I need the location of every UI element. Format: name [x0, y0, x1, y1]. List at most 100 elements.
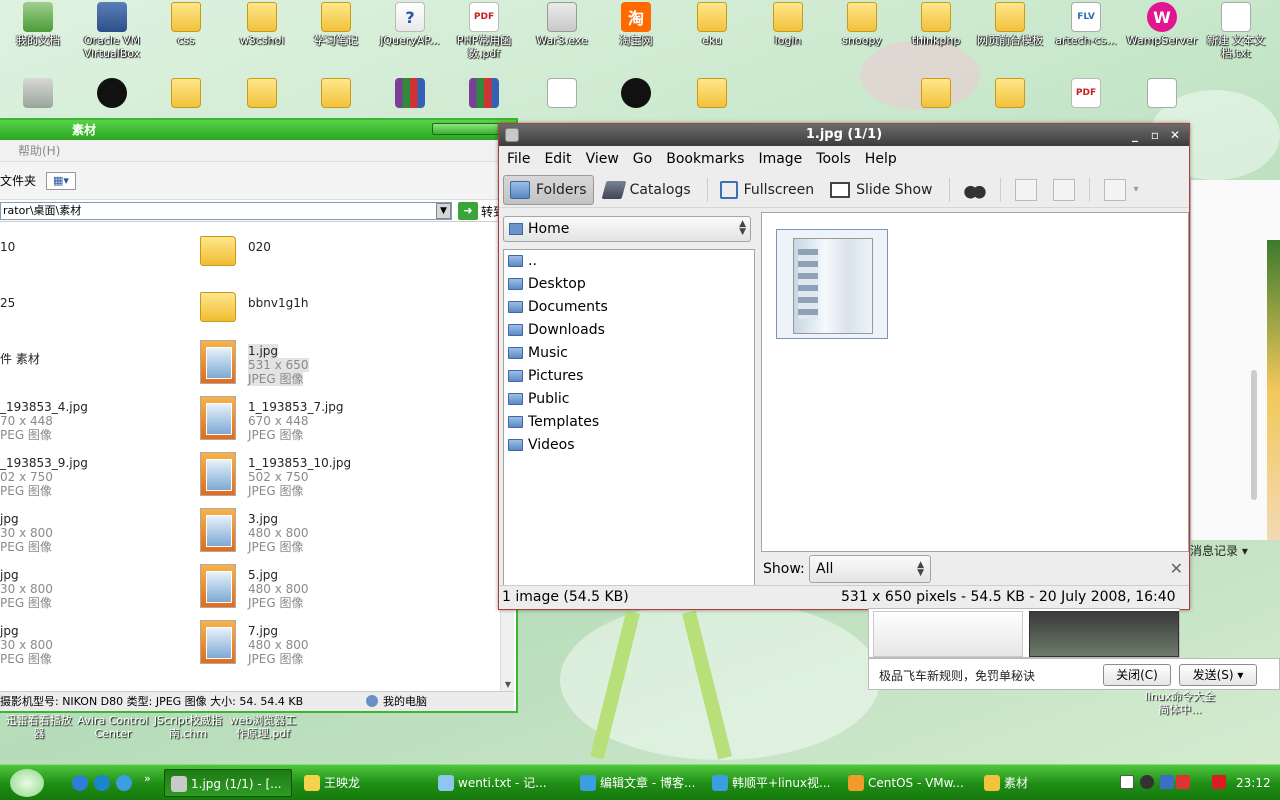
catalogs-button[interactable]: Catalogs — [598, 175, 697, 205]
desktop-icon[interactable] — [1124, 78, 1200, 110]
file-item[interactable]: 1_193853_7.jpg 670 x 448 JPEG 图像 — [200, 394, 400, 442]
file-item[interactable]: bbnv1g1h — [200, 282, 400, 330]
message-history-button[interactable]: 消息记录 ▾ — [1190, 542, 1248, 559]
chat-news-link[interactable]: 极品飞车新规则，免罚单秘诀 — [879, 667, 1035, 684]
desktop-icon[interactable] — [224, 78, 300, 110]
desktop-icon[interactable] — [524, 78, 600, 110]
folder-tree-item[interactable]: .. — [504, 250, 754, 273]
desktop-icon[interactable] — [372, 78, 448, 110]
tray-icon[interactable] — [1120, 775, 1134, 789]
avira-icon[interactable] — [1212, 775, 1226, 789]
taskbar-button[interactable]: 韩顺平+linux视... — [706, 769, 834, 797]
ie-icon[interactable] — [72, 775, 88, 791]
taskbar-button[interactable]: 素材 — [978, 769, 1074, 797]
slideshow-button[interactable]: Slide Show — [824, 175, 938, 205]
desktop-icon[interactable]: thinkphp — [898, 2, 974, 47]
view-mode-button[interactable]: ▦▾ — [46, 172, 76, 190]
menu-edit[interactable]: Edit — [544, 151, 571, 167]
menu-help[interactable]: Help — [865, 151, 897, 167]
desktop-icon[interactable]: 我的文档 — [0, 2, 76, 47]
file-item[interactable]: 25 — [0, 282, 120, 330]
tray-icon[interactable] — [1160, 775, 1174, 789]
app-icon[interactable] — [505, 128, 519, 142]
menu-view[interactable]: View — [586, 151, 619, 167]
file-item[interactable]: 7.jpg 480 x 800 JPEG 图像 — [200, 618, 400, 666]
close-icon[interactable]: ✕ — [1165, 124, 1185, 146]
desktop-icon[interactable]: Oracle VM VirtualBox — [74, 2, 150, 60]
desktop-icon[interactable]: w3cshol — [224, 2, 300, 47]
desktop-icon[interactable] — [898, 78, 974, 110]
thumbnail-item[interactable] — [776, 229, 888, 339]
taskbar-button[interactable]: 王映龙 — [298, 769, 424, 797]
desktop-icon[interactable]: login — [750, 2, 826, 47]
folder-tree-item[interactable]: Videos — [504, 434, 754, 457]
desktop-icon[interactable] — [972, 78, 1048, 110]
folder-tree-item[interactable]: Desktop — [504, 273, 754, 296]
folder-tree-item[interactable]: Templates — [504, 411, 754, 434]
binoculars-icon[interactable] — [963, 178, 986, 201]
desktop-icon[interactable] — [674, 78, 750, 110]
desktop-icon[interactable] — [598, 78, 674, 110]
folders-button[interactable]: 文件夹 — [0, 174, 36, 188]
folder-tree-item[interactable]: Downloads — [504, 319, 754, 342]
send-button[interactable]: 发送(S) ▾ — [1179, 664, 1257, 686]
gthumb-titlebar[interactable]: 1.jpg (1/1) _ ▫ ✕ — [499, 124, 1189, 146]
desktop-icon[interactable] — [148, 78, 224, 110]
file-item[interactable]: 1_193853_10.jpg 502 x 750 JPEG 图像 — [200, 450, 400, 498]
chat-screenshot[interactable] — [1029, 611, 1179, 657]
menu-image[interactable]: Image — [758, 151, 802, 167]
taskbar-button[interactable]: 1.jpg (1/1) - [... — [164, 769, 292, 797]
desktop-icon[interactable]: 学习笔记 — [298, 2, 374, 47]
file-item[interactable]: 1.jpg 531 x 650 JPEG 图像 — [200, 338, 400, 386]
desktop-label[interactable]: 迅雷看看播放器 — [4, 714, 74, 740]
chat-screenshot[interactable] — [873, 611, 1023, 657]
chevron-right-icon[interactable]: » — [144, 772, 151, 785]
explorer-titlebar[interactable]: 素材 — [0, 120, 516, 140]
desktop-label[interactable]: linux命令大全 简体中... — [1142, 690, 1218, 716]
file-item[interactable]: 020 — [200, 226, 400, 274]
file-item[interactable]: 3.jpg 480 x 800 JPEG 图像 — [200, 506, 400, 554]
menu-tools[interactable]: Tools — [816, 151, 851, 167]
file-item[interactable]: _193853_9.jpg 02 x 750 PEG 图像 — [0, 450, 120, 498]
desktop-icon[interactable]: 新建 文本文档.txt — [1198, 2, 1274, 60]
menu-bookmarks[interactable]: Bookmarks — [666, 151, 744, 167]
desktop-icon[interactable] — [446, 78, 522, 110]
desktop-icon[interactable]: 淘淘宝网 — [598, 2, 674, 47]
desktop-icon[interactable]: PDF PHP常用函数.pdf — [446, 2, 522, 60]
browser-icon[interactable] — [94, 775, 110, 791]
close-button[interactable]: 关闭(C) — [1103, 664, 1171, 686]
desktop-icon[interactable]: W WampServer — [1124, 2, 1200, 47]
start-button[interactable] — [10, 769, 44, 797]
browser-icon[interactable] — [116, 775, 132, 791]
file-item[interactable]: 5.jpg 480 x 800 JPEG 图像 — [200, 562, 400, 610]
desktop-icon[interactable]: css — [148, 2, 224, 47]
folder-tree-item[interactable]: Pictures — [504, 365, 754, 388]
fullscreen-button[interactable]: Fullscreen — [714, 175, 820, 205]
menu-go[interactable]: Go — [633, 151, 652, 167]
menu-file[interactable]: File — [507, 151, 530, 167]
tray-icon[interactable] — [1140, 775, 1154, 789]
folder-tree-item[interactable]: Music — [504, 342, 754, 365]
desktop-icon[interactable]: PDF — [1048, 78, 1124, 110]
desktop-icon[interactable]: snoopy — [824, 2, 900, 47]
taskbar-button[interactable]: CentOS - VMw... — [842, 769, 970, 797]
desktop-label[interactable]: web浏览器工作原理.pdf — [226, 714, 300, 740]
desktop-icon[interactable]: 网页前台模板 — [972, 2, 1048, 47]
desktop-icon[interactable]: ? jQueryAP... — [372, 2, 448, 47]
menu-help[interactable]: 帮助(H) — [18, 144, 60, 158]
folder-tree-item[interactable]: Documents — [504, 296, 754, 319]
desktop-icon[interactable] — [0, 78, 76, 110]
file-item[interactable]: _193853_4.jpg 70 x 448 PEG 图像 — [0, 394, 120, 442]
address-dropdown-icon[interactable]: ▼ — [436, 203, 451, 219]
file-item[interactable]: 件 素材 — [0, 338, 120, 386]
maximize-icon[interactable]: ▫ — [1145, 124, 1165, 146]
address-input[interactable]: rator\桌面\素材 — [0, 202, 452, 220]
go-arrow-icon[interactable]: ➜ — [458, 202, 478, 220]
chat-scrollbar[interactable] — [1251, 370, 1257, 500]
desktop-label[interactable]: Avira Control Center — [76, 714, 150, 740]
location-combo[interactable]: Home ▲ ▼ — [503, 216, 751, 242]
file-item[interactable]: 10 — [0, 226, 120, 274]
taskbar-button[interactable]: 编辑文章 - 博客... — [574, 769, 698, 797]
file-item[interactable]: jpg 30 x 800 PEG 图像 — [0, 618, 120, 666]
folder-tree-item[interactable]: Public — [504, 388, 754, 411]
